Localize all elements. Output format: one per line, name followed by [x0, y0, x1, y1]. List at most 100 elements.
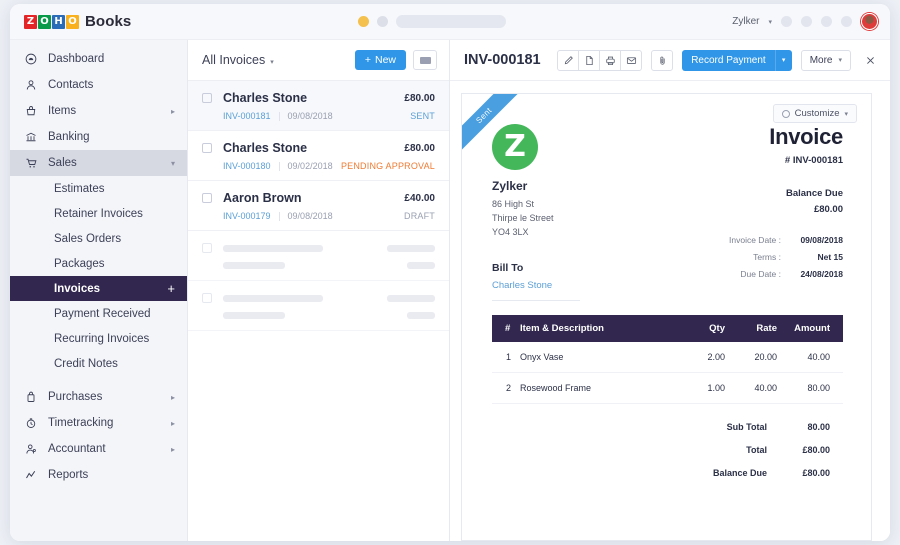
status-badge: DRAFT — [404, 211, 435, 221]
record-payment-label: Record Payment — [691, 54, 766, 66]
invoice-list-item[interactable]: Charles Stone £80.00 INV-000181 09/08/20… — [188, 81, 449, 131]
skeleton-bar — [223, 262, 285, 269]
invoice-number[interactable]: INV-000181 — [223, 111, 271, 121]
address-line: YO4 3LX — [492, 226, 529, 237]
org-name: Zylker — [492, 179, 528, 193]
toolbar-dot-icon-3[interactable] — [821, 16, 832, 27]
pdf-icon[interactable] — [578, 49, 601, 71]
sidebar-item-purchases[interactable]: Purchases ▸ — [10, 384, 187, 410]
zoho-books-logo[interactable]: Z O H O Books — [24, 13, 131, 30]
invoice-summary-block: Invoice # INV-000181 Balance Due £80.00 … — [682, 124, 843, 301]
skeleton-bar — [223, 244, 323, 252]
status-badge: PENDING APPROVAL — [340, 161, 435, 171]
cell-item: Rosewood Frame — [520, 372, 673, 404]
invoice-number[interactable]: INV-000180 — [223, 161, 271, 171]
sidebar-sub-label: Retainer Invoices — [54, 207, 143, 220]
add-invoice-icon[interactable]: + — [167, 281, 175, 296]
toolbar-dot-icon-4[interactable] — [841, 16, 852, 27]
avatar[interactable] — [861, 13, 878, 30]
notification-dot-icon[interactable] — [357, 16, 369, 27]
sidebar-item-sales-orders[interactable]: Sales Orders — [10, 226, 187, 251]
top-bar: Z O H O Books Zylker ▾ — [10, 4, 890, 40]
total-label: Balance Due — [712, 467, 767, 478]
help-dot-icon[interactable] — [376, 16, 388, 27]
sidebar-item-invoices[interactable]: Invoices + — [10, 276, 187, 301]
sidebar-item-reports[interactable]: Reports — [10, 462, 187, 488]
chevron-down-icon[interactable]: ▾ — [774, 49, 792, 71]
items-icon — [24, 105, 38, 117]
address-line: 86 High St — [492, 199, 535, 209]
customize-button[interactable]: Customize ▾ — [772, 104, 857, 123]
sidebar-item-items[interactable]: Items ▸ — [10, 98, 187, 124]
sidebar-item-contacts[interactable]: Contacts — [10, 72, 187, 98]
total-label: Sub Total — [726, 421, 767, 432]
total-value: 80.00 — [807, 421, 830, 432]
sidebar-item-sales[interactable]: Sales ▾ — [10, 150, 187, 176]
meta-value: 24/08/2018 — [800, 269, 843, 279]
invoice-detail-pane: INV-000181 Record Payment ▾ More ▾ Sent … — [450, 40, 890, 541]
sidebar-item-packages[interactable]: Packages — [10, 251, 187, 276]
sidebar-item-retainer-invoices[interactable]: Retainer Invoices — [10, 201, 187, 226]
sidebar-item-accountant[interactable]: Accountant ▸ — [10, 436, 187, 462]
chevron-down-icon[interactable]: ▾ — [768, 18, 772, 26]
more-button[interactable]: More ▾ — [800, 49, 851, 71]
invoice-heading: Invoice — [769, 124, 843, 149]
sidebar-item-credit-notes[interactable]: Credit Notes — [10, 351, 187, 376]
bill-to-customer[interactable]: Charles Stone — [492, 280, 682, 291]
purchases-icon — [24, 391, 38, 403]
cell-amount: 80.00 — [777, 372, 843, 404]
search-input[interactable] — [395, 15, 506, 28]
edit-icon[interactable] — [557, 49, 580, 71]
table-row: 1 Onyx Vase 2.00 20.00 40.00 — [492, 341, 843, 373]
sidebar-item-banking[interactable]: Banking — [10, 124, 187, 150]
more-label: More — [809, 54, 833, 66]
row-checkbox[interactable] — [202, 93, 212, 103]
invoice-number[interactable]: INV-000179 — [223, 211, 271, 221]
invoice-list-item[interactable]: Aaron Brown £40.00 INV-000179 09/08/2018… — [188, 181, 449, 231]
chevron-right-icon: ▸ — [170, 392, 175, 402]
invoice-list-header: All Invoices ▾ + New — [188, 40, 449, 81]
sidebar-label: Sales — [48, 157, 77, 169]
close-icon[interactable] — [862, 52, 878, 68]
email-icon[interactable] — [620, 49, 643, 71]
list-view-toggle-button[interactable] — [413, 50, 437, 70]
sidebar-item-timetracking[interactable]: Timetracking ▸ — [10, 410, 187, 436]
print-icon[interactable] — [599, 49, 622, 71]
sidebar-item-recurring-invoices[interactable]: Recurring Invoices — [10, 326, 187, 351]
org-switcher-label[interactable]: Zylker — [732, 16, 759, 27]
invoice-filter-dropdown[interactable]: All Invoices ▾ — [202, 53, 274, 67]
app-window: Z O H O Books Zylker ▾ Dashboard Contact… — [10, 4, 890, 541]
customer-name: Aaron Brown — [223, 191, 302, 205]
top-bar-right: Zylker ▾ — [732, 13, 878, 30]
invoice-list-item[interactable]: Charles Stone £80.00 INV-000180 09/02/20… — [188, 131, 449, 181]
paperclip-icon[interactable] — [651, 49, 674, 71]
logo-tile-h: H — [52, 14, 65, 29]
sidebar-label: Timetracking — [48, 417, 114, 429]
meta-key: Invoice Date : — [729, 235, 781, 245]
invoice-totals: Sub Total 80.00 Total £80.00 Balance Due… — [492, 422, 843, 478]
status-badge: SENT — [410, 111, 435, 121]
cell-rate: 20.00 — [725, 341, 777, 373]
meta-value: Net 15 — [817, 252, 843, 262]
line-items-table: # Item & Description Qty Rate Amount 1 O… — [492, 314, 843, 404]
skeleton-bar — [387, 244, 435, 252]
divider — [278, 111, 280, 121]
top-bar-center — [131, 15, 732, 28]
cell-index: 2 — [492, 372, 520, 404]
skeleton-bar — [223, 294, 323, 302]
row-checkbox[interactable] — [202, 143, 212, 153]
logo-product-name: Books — [85, 13, 132, 30]
record-payment-button[interactable]: Record Payment ▾ — [682, 49, 792, 71]
logo-tile-o1: O — [38, 14, 51, 29]
sidebar-item-estimates[interactable]: Estimates — [10, 176, 187, 201]
toolbar-dot-icon-1[interactable] — [781, 16, 792, 27]
cell-amount: 40.00 — [777, 341, 843, 373]
invoice-filter-label: All Invoices — [202, 53, 266, 67]
new-invoice-button[interactable]: + New — [354, 50, 406, 70]
sidebar-item-payment-received[interactable]: Payment Received — [10, 301, 187, 326]
toolbar-dot-icon-2[interactable] — [801, 16, 812, 27]
column-header-rate: Rate — [725, 314, 777, 342]
sidebar-item-dashboard[interactable]: Dashboard — [10, 46, 187, 72]
row-checkbox[interactable] — [202, 193, 212, 203]
meta-key: Terms : — [753, 252, 781, 262]
